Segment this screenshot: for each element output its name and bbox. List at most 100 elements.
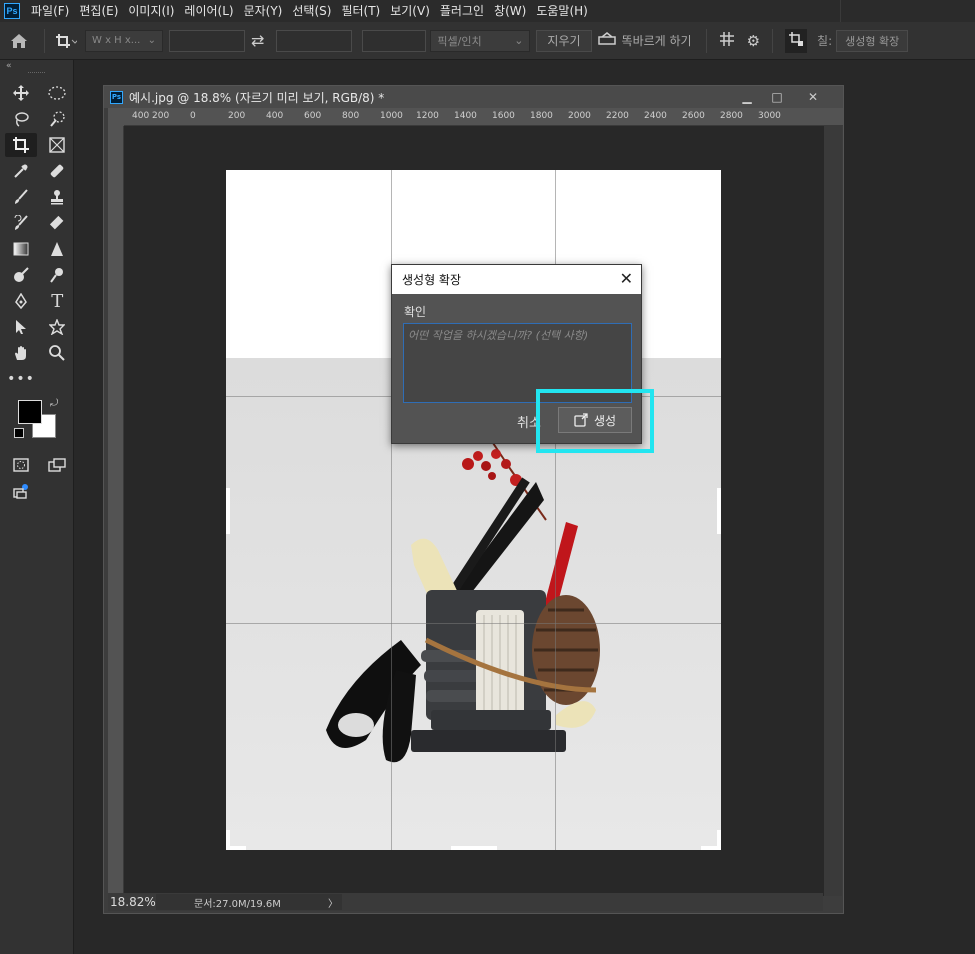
menu-help[interactable]: 도움말(H) bbox=[531, 0, 593, 22]
document-size-text: 문서:27.0M/19.6M bbox=[194, 898, 281, 910]
panel-grip[interactable] bbox=[28, 72, 45, 80]
restore-button[interactable]: □ bbox=[762, 86, 792, 108]
straighten-label[interactable]: 똑바르게 하기 bbox=[622, 32, 692, 49]
menu-view[interactable]: 보기(V) bbox=[385, 0, 435, 22]
straighten-icon[interactable] bbox=[597, 31, 616, 50]
marquee-tool-icon[interactable] bbox=[42, 81, 74, 105]
crop-handle-top-right[interactable] bbox=[717, 170, 721, 190]
move-tool-icon[interactable] bbox=[5, 81, 37, 105]
menu-filter[interactable]: 필터(T) bbox=[336, 0, 385, 22]
ratio-select[interactable]: W x H x... ⌄ bbox=[85, 29, 163, 52]
ruler-tick: 1400 bbox=[454, 111, 477, 121]
quick-mask-icon[interactable] bbox=[5, 453, 37, 477]
zoom-tool-icon[interactable] bbox=[42, 341, 74, 365]
minimize-button[interactable]: ▁ bbox=[732, 86, 762, 108]
menu-type[interactable]: 문자(Y) bbox=[239, 0, 288, 22]
dialog-title: 생성형 확장 bbox=[402, 273, 462, 287]
ruler-tick: 2200 bbox=[606, 111, 629, 121]
ruler-origin[interactable] bbox=[108, 108, 124, 126]
width-field[interactable] bbox=[169, 29, 245, 52]
foreground-color-swatch[interactable] bbox=[18, 400, 42, 424]
healing-brush-tool-icon[interactable] bbox=[42, 159, 74, 183]
crop-handle-bottom-right[interactable] bbox=[717, 830, 721, 850]
ratio-select-value: W x H x... bbox=[92, 35, 141, 46]
dialog-title-bar[interactable]: 생성형 확장 ✕ bbox=[392, 265, 641, 294]
vertical-scrollbar[interactable] bbox=[824, 126, 842, 896]
ruler-tick: 800 bbox=[342, 111, 360, 121]
ruler-tick: 1000 bbox=[380, 111, 403, 121]
frame-tool-icon[interactable] bbox=[42, 133, 74, 157]
clear-button[interactable]: 지우기 bbox=[536, 29, 592, 52]
dodge-tool-icon[interactable] bbox=[5, 263, 37, 287]
chevron-down-icon: ⌄ bbox=[147, 35, 156, 46]
menu-window[interactable]: 창(W) bbox=[489, 0, 531, 22]
close-icon[interactable]: ✕ bbox=[620, 269, 633, 288]
options-bar: W x H x... ⌄ ⇄ 픽셀/인치 ⌄ 지우기 똑바르게 하기 ⚙ 칠: … bbox=[0, 22, 975, 60]
highlight-annotation bbox=[536, 389, 654, 453]
overlay-grid-icon[interactable] bbox=[719, 31, 735, 51]
history-brush-tool-icon[interactable] bbox=[5, 211, 37, 235]
eyedropper-tool-icon[interactable] bbox=[5, 159, 37, 183]
menu-image[interactable]: 이미지(I) bbox=[123, 0, 179, 22]
crop-tool-preset-icon[interactable] bbox=[51, 33, 81, 49]
vertical-ruler[interactable] bbox=[108, 126, 124, 898]
default-colors-icon[interactable] bbox=[14, 428, 24, 438]
close-button[interactable]: ✕ bbox=[798, 86, 828, 108]
delete-cropped-pixels-icon[interactable] bbox=[785, 28, 808, 53]
unit-select[interactable]: 픽셀/인치 ⌄ bbox=[430, 29, 531, 52]
swap-colors-icon[interactable]: ⤾ bbox=[50, 398, 58, 409]
document-size-info[interactable]: 문서:27.0M/19.6M 〉 bbox=[156, 894, 342, 910]
fill-select[interactable]: 생성형 확장 bbox=[836, 29, 909, 52]
horizontal-ruler[interactable]: 400 200 0 200 400 600 800 1000 1200 1400… bbox=[124, 108, 843, 126]
tools-panel: « T ••• ⤾ bbox=[0, 60, 74, 954]
ruler-tick: 1600 bbox=[492, 111, 515, 121]
crop-handle-right[interactable] bbox=[717, 488, 721, 534]
chevron-down-icon: ⌄ bbox=[514, 34, 524, 47]
height-field[interactable] bbox=[276, 29, 353, 52]
quick-selection-tool-icon[interactable] bbox=[42, 107, 74, 131]
eraser-tool-icon[interactable] bbox=[42, 211, 74, 235]
menu-select[interactable]: 선택(S) bbox=[287, 0, 336, 22]
gradient-tool-icon[interactable] bbox=[5, 237, 37, 261]
ruler-tick: 400 bbox=[132, 111, 150, 121]
brush-tool-icon[interactable] bbox=[5, 185, 37, 209]
ruler-tick: 3000 bbox=[758, 111, 781, 121]
more-tools-icon[interactable]: ••• bbox=[5, 367, 37, 391]
divider bbox=[705, 28, 707, 53]
menu-file[interactable]: 파일(F) bbox=[26, 0, 74, 22]
document-title: 예시.jpg @ 18.8% (자르기 미리 보기, RGB/8) * bbox=[129, 90, 385, 105]
hand-tool-icon[interactable] bbox=[5, 341, 37, 365]
crop-handle-bottom[interactable] bbox=[451, 846, 497, 850]
screen-mode-icon[interactable] bbox=[42, 453, 74, 477]
pen-tool-icon[interactable] bbox=[5, 289, 37, 313]
menu-edit[interactable]: 편집(E) bbox=[74, 0, 123, 22]
gear-icon[interactable]: ⚙ bbox=[747, 32, 760, 50]
blur-tool-icon[interactable] bbox=[42, 237, 74, 261]
share-cloud-icon[interactable] bbox=[5, 479, 37, 503]
swap-arrows-icon[interactable]: ⇄ bbox=[251, 31, 264, 50]
ruler-tick: 2400 bbox=[644, 111, 667, 121]
smudge-tool-icon[interactable] bbox=[42, 263, 74, 287]
crop-handle-top[interactable] bbox=[451, 170, 497, 174]
fill-label: 칠: bbox=[817, 34, 833, 48]
chevron-right-icon[interactable]: 〉 bbox=[328, 895, 338, 910]
color-swatches: ⤾ bbox=[0, 398, 73, 448]
menu-plugins[interactable]: 플러그인 bbox=[435, 0, 489, 22]
clone-stamp-tool-icon[interactable] bbox=[42, 185, 74, 209]
menu-layer[interactable]: 레이어(L) bbox=[179, 0, 238, 22]
ruler-tick: 600 bbox=[304, 111, 322, 121]
crop-handle-left[interactable] bbox=[226, 488, 230, 534]
shape-tool-icon[interactable] bbox=[42, 315, 74, 339]
collapse-icon[interactable]: « bbox=[0, 60, 73, 72]
crop-handle-top-left[interactable] bbox=[226, 170, 230, 190]
crop-tool-icon[interactable] bbox=[5, 133, 37, 157]
document-tab[interactable]: Ps 예시.jpg @ 18.8% (자르기 미리 보기, RGB/8) * ▁… bbox=[104, 86, 843, 108]
resolution-field[interactable] bbox=[362, 29, 427, 52]
lasso-tool-icon[interactable] bbox=[5, 107, 37, 131]
type-tool-icon[interactable]: T bbox=[42, 289, 74, 313]
path-selection-tool-icon[interactable] bbox=[5, 315, 37, 339]
home-icon[interactable] bbox=[0, 33, 38, 49]
crop-handle-bottom-left[interactable] bbox=[226, 830, 230, 850]
ruler-tick: 2600 bbox=[682, 111, 705, 121]
zoom-level[interactable]: 18.82% bbox=[108, 895, 156, 909]
